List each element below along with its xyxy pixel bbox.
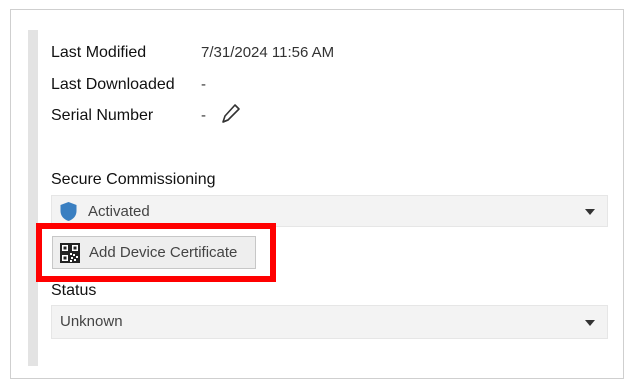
serial-number-value: - [201,107,206,124]
last-downloaded-label: Last Downloaded [51,76,175,93]
edit-pencil-icon[interactable] [219,102,241,126]
status-label: Status [51,282,97,299]
highlight-box [36,223,276,282]
shield-icon [60,202,77,221]
chevron-down-icon [585,320,595,326]
status-value: Unknown [60,313,123,330]
secure-commissioning-value: Activated [88,203,150,220]
last-modified-value: 7/31/2024 11:56 AM [201,44,335,61]
serial-number-label: Serial Number [51,107,154,124]
last-downloaded-value: - [201,76,206,93]
panel-side-bar [28,30,38,366]
secure-commissioning-label: Secure Commissioning [51,171,216,188]
last-modified-label: Last Modified [51,44,147,61]
chevron-down-icon [585,209,595,215]
status-dropdown[interactable]: Unknown [51,305,608,339]
